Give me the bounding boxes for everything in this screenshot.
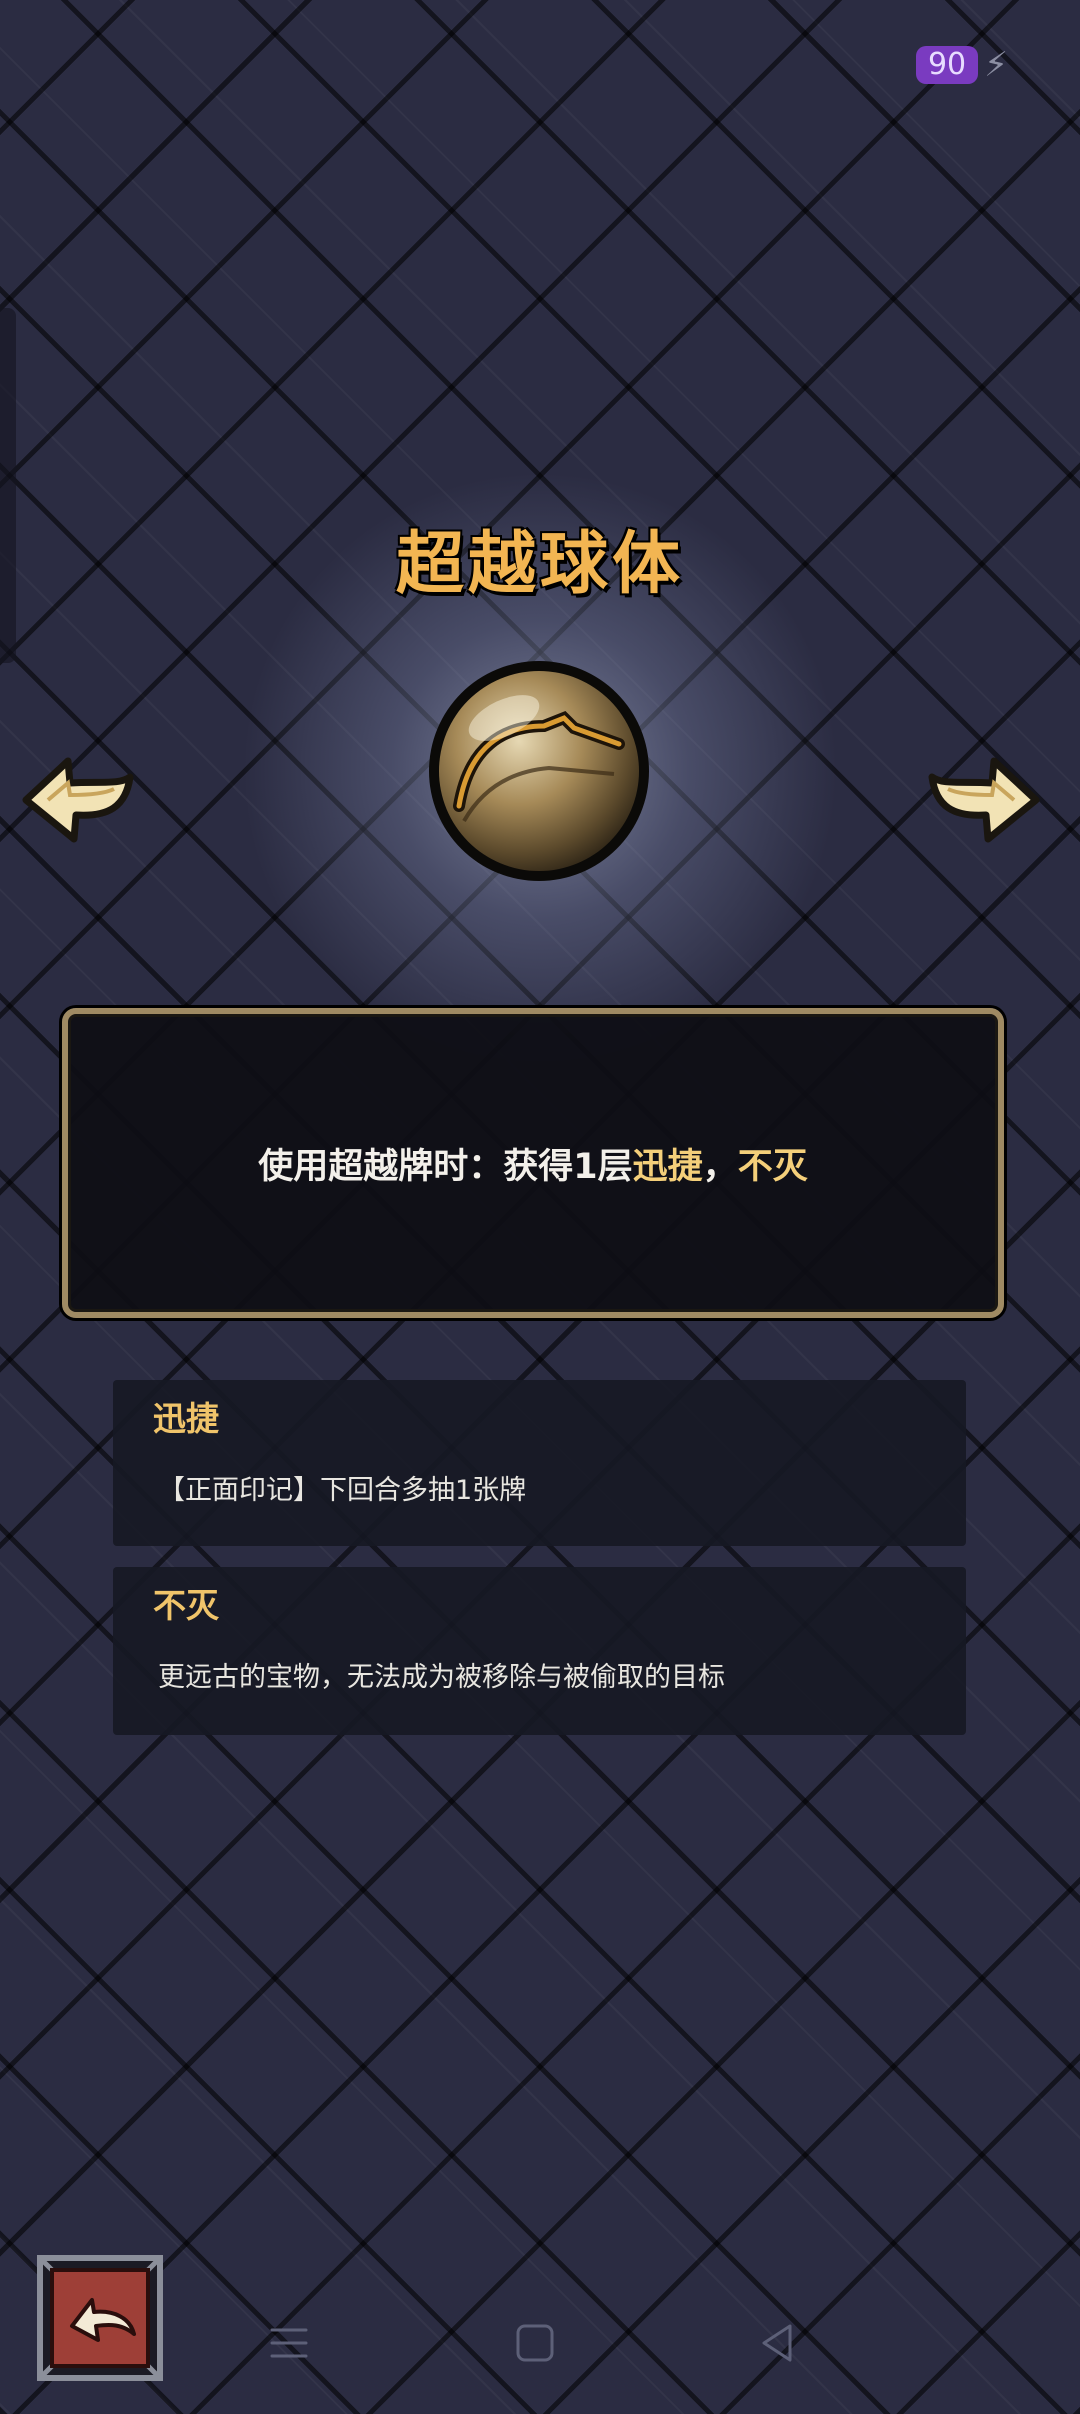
relic-title: 超越球体 <box>395 525 684 604</box>
relic-effect-text: 使用超越牌时：获得1层迅捷，不灭 <box>258 1138 807 1189</box>
effect-prefix: 使用超越牌时：获得1层 <box>258 1146 633 1187</box>
side-edge-tab <box>0 308 16 663</box>
menu-lines-icon <box>270 2328 308 2358</box>
system-back-button[interactable] <box>752 2318 802 2368</box>
keyword-swift[interactable]: 迅捷 <box>633 1147 703 1187</box>
energy-indicator: 90 ⚡ <box>915 45 1008 85</box>
relic-effect-panel: 使用超越牌时：获得1层迅捷，不灭 <box>62 1008 1004 1318</box>
relic-orb-icon <box>429 661 649 881</box>
keyword-immortal[interactable]: 不灭 <box>738 1147 808 1187</box>
keyword-card-title: 迅捷 <box>153 1399 219 1438</box>
keyword-card-description: 【正面印记】下回合多抽1张牌 <box>158 1475 527 1506</box>
keyword-card-swift: 迅捷 【正面印记】下回合多抽1张牌 <box>113 1380 966 1546</box>
system-home-button[interactable] <box>510 2318 560 2368</box>
keyword-card-description: 更远古的宝物，无法成为被移除与被偷取的目标 <box>158 1662 725 1693</box>
next-relic-button[interactable] <box>926 755 1044 845</box>
system-menu-button[interactable] <box>264 2318 314 2368</box>
return-button[interactable] <box>34 2252 166 2384</box>
home-square-icon <box>516 2324 554 2362</box>
keyword-card-immortal: 不灭 更远古的宝物，无法成为被移除与被偷取的目标 <box>113 1567 966 1735</box>
lightning-bolt-icon: ⚡ <box>984 45 1008 85</box>
back-triangle-icon <box>762 2324 792 2362</box>
keyword-card-title: 不灭 <box>153 1586 219 1625</box>
effect-separator: ， <box>702 1146 738 1187</box>
energy-value: 90 <box>915 46 979 84</box>
prev-relic-button[interactable] <box>18 755 136 845</box>
